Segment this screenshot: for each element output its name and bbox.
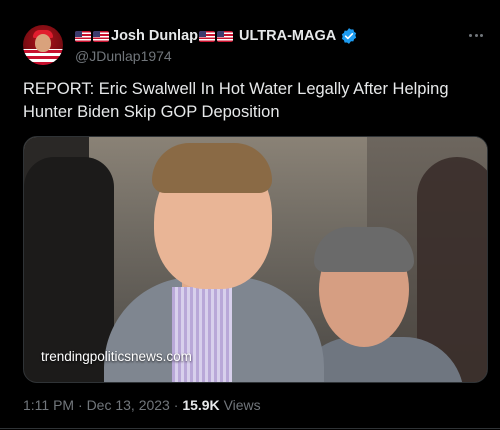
- views-label: Views: [223, 397, 261, 413]
- tweet-date[interactable]: Dec 13, 2023: [87, 397, 170, 413]
- author-name-row[interactable]: Josh Dunlap ULTRA-MAGA: [75, 27, 460, 45]
- avatar-face: [35, 34, 51, 52]
- us-flag-icon: [75, 30, 91, 42]
- tweet-header: Josh Dunlap ULTRA-MAGA @JDunlap1974: [75, 27, 460, 64]
- tweet-time[interactable]: 1:11 PM: [23, 397, 74, 413]
- us-flag-icon: [199, 30, 216, 42]
- us-flag-icon: [93, 30, 109, 42]
- photo-person-2-hair: [314, 227, 414, 272]
- media-watermark: trendingpoliticsnews.com: [41, 349, 192, 364]
- more-options-icon[interactable]: [463, 28, 489, 42]
- author-avatar[interactable]: [23, 25, 63, 65]
- tweet-text: REPORT: Eric Swalwell In Hot Water Legal…: [23, 80, 449, 121]
- views-count: 15.9K: [182, 397, 220, 413]
- meta-separator: ·: [78, 397, 83, 413]
- photo-person-1-shirt: [172, 287, 232, 382]
- tweet-meta: 1:11 PM · Dec 13, 2023 · 15.9K Views: [23, 397, 261, 413]
- tweet-media-image[interactable]: trendingpoliticsnews.com: [23, 136, 488, 383]
- bottom-divider: [0, 428, 500, 429]
- meta-separator: ·: [173, 397, 179, 413]
- photo-person-1-hair: [152, 143, 272, 193]
- verified-badge-icon[interactable]: [340, 27, 358, 45]
- us-flag-icon: [217, 30, 234, 42]
- author-name-part2[interactable]: ULTRA-MAGA: [239, 28, 336, 44]
- author-name-part1[interactable]: Josh Dunlap: [111, 28, 198, 44]
- author-handle[interactable]: @JDunlap1974: [75, 48, 460, 64]
